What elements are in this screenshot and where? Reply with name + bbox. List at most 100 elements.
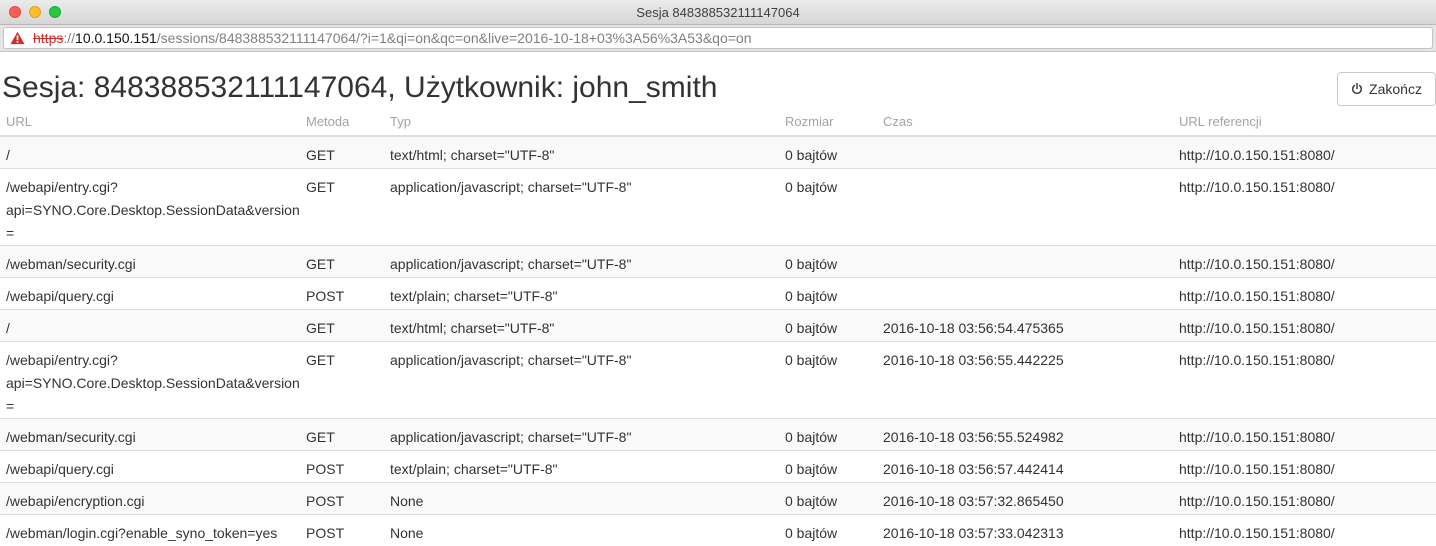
cell-url: /webapi/entry.cgi?api=SYNO.Core.Desktop.… (0, 342, 300, 419)
cell-url-line: /webapi/encryption.cgi (6, 490, 300, 513)
column-header-method[interactable]: Metoda (300, 107, 384, 136)
table-row[interactable]: /webman/security.cgiGETapplication/javas… (0, 246, 1436, 278)
cell-method: POST (300, 483, 384, 515)
cell-method: GET (300, 136, 384, 169)
table-row[interactable]: /webapi/entry.cgi?api=SYNO.Core.Desktop.… (0, 169, 1436, 246)
cell-url-line: /webman/login.cgi?enable_syno_token=yes (6, 522, 300, 545)
cell-time: 2016-10-18 03:56:55.442225 (877, 342, 1173, 419)
cell-url: /webapi/query.cgi (0, 278, 300, 310)
cell-time (877, 136, 1173, 169)
cell-url-line: /webman/security.cgi (6, 253, 300, 276)
cell-type: text/plain; charset="UTF-8" (384, 451, 779, 483)
window-title: Sesja 848388532111147064 (0, 5, 1436, 20)
cell-referrer: http://10.0.150.151:8080/ (1173, 278, 1436, 310)
cell-type: text/html; charset="UTF-8" (384, 136, 779, 169)
table-row[interactable]: /webman/login.cgi?enable_syno_token=yesP… (0, 515, 1436, 546)
address-bar[interactable]: https://10.0.150.151/sessions/8483885321… (3, 27, 1433, 49)
warning-triangle-icon (10, 31, 25, 45)
column-header-time[interactable]: Czas (877, 107, 1173, 136)
url-separator: :// (63, 30, 75, 46)
column-header-url[interactable]: URL (0, 107, 300, 136)
cell-method: GET (300, 342, 384, 419)
cell-type: application/javascript; charset="UTF-8" (384, 169, 779, 246)
cell-referrer: http://10.0.150.151:8080/ (1173, 451, 1436, 483)
table-row[interactable]: /webapi/entry.cgi?api=SYNO.Core.Desktop.… (0, 342, 1436, 419)
cell-size: 0 bajtów (779, 515, 877, 546)
cell-type: application/javascript; charset="UTF-8" (384, 246, 779, 278)
cell-url-line: /webapi/query.cgi (6, 285, 300, 308)
cell-size: 0 bajtów (779, 342, 877, 419)
table-row[interactable]: /webapi/encryption.cgiPOSTNone0 bajtów20… (0, 483, 1436, 515)
address-url: https://10.0.150.151/sessions/8483885321… (33, 28, 752, 48)
cell-type: text/html; charset="UTF-8" (384, 310, 779, 342)
cell-url: / (0, 136, 300, 169)
column-header-referrer[interactable]: URL referencji (1173, 107, 1436, 136)
cell-size: 0 bajtów (779, 169, 877, 246)
column-header-size[interactable]: Rozmiar (779, 107, 877, 136)
cell-time: 2016-10-18 03:57:32.865450 (877, 483, 1173, 515)
cell-referrer: http://10.0.150.151:8080/ (1173, 246, 1436, 278)
cell-url: / (0, 310, 300, 342)
end-session-button[interactable]: Zakończ (1337, 72, 1436, 106)
cell-time: 2016-10-18 03:57:33.042313 (877, 515, 1173, 546)
cell-time: 2016-10-18 03:56:55.524982 (877, 419, 1173, 451)
url-path: /sessions/848388532111147064/?i=1&qi=on&… (157, 30, 752, 46)
table-row[interactable]: /GETtext/html; charset="UTF-8"0 bajtów20… (0, 310, 1436, 342)
cell-time: 2016-10-18 03:56:57.442414 (877, 451, 1173, 483)
cell-url-line: /webapi/query.cgi (6, 458, 300, 481)
cell-referrer: http://10.0.150.151:8080/ (1173, 342, 1436, 419)
cell-time (877, 169, 1173, 246)
cell-url-line: /webapi/entry.cgi? (6, 176, 300, 199)
table-body: /GETtext/html; charset="UTF-8"0 bajtówht… (0, 136, 1436, 546)
table-row[interactable]: /webman/security.cgiGETapplication/javas… (0, 419, 1436, 451)
cell-method: POST (300, 278, 384, 310)
cell-type: application/javascript; charset="UTF-8" (384, 419, 779, 451)
table-row[interactable]: /webapi/query.cgiPOSTtext/plain; charset… (0, 278, 1436, 310)
page-title: Sesja: 848388532111147064, Użytkownik: j… (2, 71, 717, 105)
cell-referrer: http://10.0.150.151:8080/ (1173, 483, 1436, 515)
table-header-row: URL Metoda Typ Rozmiar Czas URL referenc… (0, 107, 1436, 136)
cell-time: 2016-10-18 03:56:54.475365 (877, 310, 1173, 342)
cell-type: text/plain; charset="UTF-8" (384, 278, 779, 310)
cell-time (877, 246, 1173, 278)
cell-method: GET (300, 246, 384, 278)
cell-size: 0 bajtów (779, 310, 877, 342)
cell-url: /webapi/encryption.cgi (0, 483, 300, 515)
cell-method: GET (300, 310, 384, 342)
end-session-label: Zakończ (1369, 81, 1422, 97)
url-host: 10.0.150.151 (75, 30, 157, 46)
cell-type: None (384, 483, 779, 515)
cell-referrer: http://10.0.150.151:8080/ (1173, 169, 1436, 246)
window-titlebar: Sesja 848388532111147064 (0, 0, 1436, 25)
cell-size: 0 bajtów (779, 278, 877, 310)
power-icon (1351, 83, 1363, 95)
cell-url-line: / (6, 317, 300, 340)
cell-size: 0 bajtów (779, 483, 877, 515)
table-row[interactable]: /webapi/query.cgiPOSTtext/plain; charset… (0, 451, 1436, 483)
cell-url: /webman/security.cgi (0, 419, 300, 451)
cell-referrer: http://10.0.150.151:8080/ (1173, 310, 1436, 342)
requests-table: URL Metoda Typ Rozmiar Czas URL referenc… (0, 107, 1436, 546)
cell-size: 0 bajtów (779, 451, 877, 483)
cell-url: /webman/login.cgi?enable_syno_token=yes (0, 515, 300, 546)
cell-url-line: /webman/security.cgi (6, 426, 300, 449)
url-protocol: https (33, 30, 63, 46)
cell-referrer: http://10.0.150.151:8080/ (1173, 515, 1436, 546)
column-header-type[interactable]: Typ (384, 107, 779, 136)
cell-url: /webapi/query.cgi (0, 451, 300, 483)
table-row[interactable]: /GETtext/html; charset="UTF-8"0 bajtówht… (0, 136, 1436, 169)
cell-time (877, 278, 1173, 310)
cell-referrer: http://10.0.150.151:8080/ (1173, 419, 1436, 451)
cell-url: /webman/security.cgi (0, 246, 300, 278)
cell-type: None (384, 515, 779, 546)
cell-type: application/javascript; charset="UTF-8" (384, 342, 779, 419)
cell-method: GET (300, 169, 384, 246)
cell-url-line: /webapi/entry.cgi? (6, 349, 300, 372)
cell-url-line: api=SYNO.Core.Desktop.SessionData&versio… (6, 372, 300, 418)
cell-url-line: / (6, 144, 300, 167)
cell-referrer: http://10.0.150.151:8080/ (1173, 136, 1436, 169)
cell-method: GET (300, 419, 384, 451)
cell-size: 0 bajtów (779, 419, 877, 451)
address-bar-container: https://10.0.150.151/sessions/8483885321… (0, 25, 1436, 52)
cell-url-line: api=SYNO.Core.Desktop.SessionData&versio… (6, 199, 300, 245)
